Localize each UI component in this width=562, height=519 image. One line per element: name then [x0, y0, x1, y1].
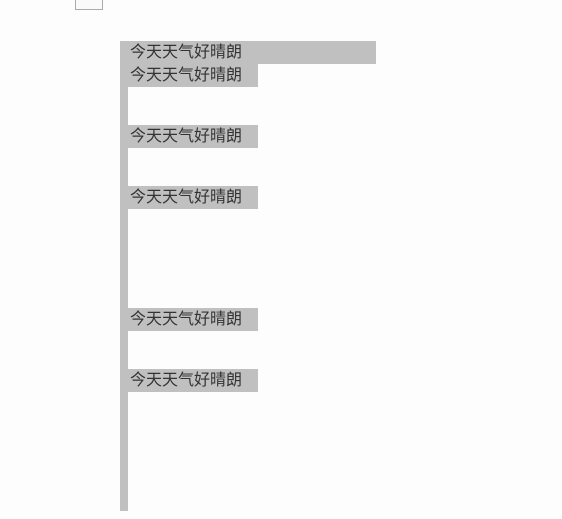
list-item-text: 今天天气好晴朗: [130, 372, 242, 389]
list-item: 今天天气好晴朗: [128, 186, 258, 209]
list-item: 今天天气好晴朗: [128, 369, 258, 392]
list-item-text: 今天天气好晴朗: [130, 128, 242, 145]
list-item: 今天天气好晴朗: [128, 308, 258, 331]
input-remnant-box: [75, 0, 103, 10]
list-item: 今天天气好晴朗: [128, 125, 258, 148]
list-item-text: 今天天气好晴朗: [130, 44, 242, 61]
list-item: 今天天气好晴朗: [128, 41, 376, 64]
list-item-text: 今天天气好晴朗: [130, 311, 242, 328]
list-item-text: 今天天气好晴朗: [130, 67, 242, 84]
list-item: 今天天气好晴朗: [128, 64, 258, 87]
list-item-text: 今天天气好晴朗: [130, 189, 242, 206]
vertical-selection-bar: [120, 41, 128, 511]
